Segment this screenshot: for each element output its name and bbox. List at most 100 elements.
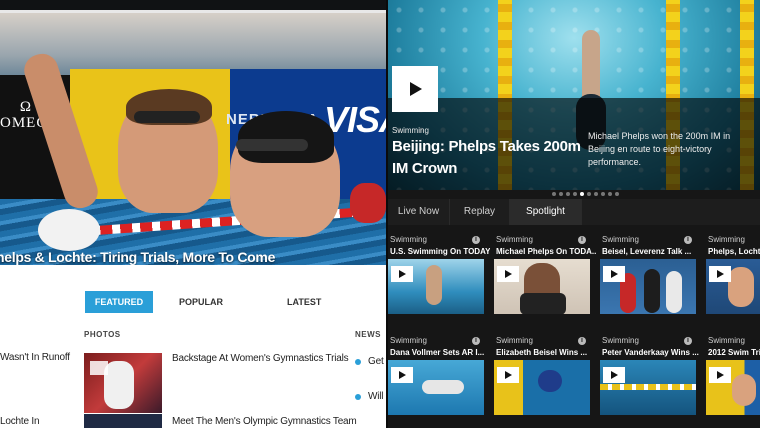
play-icon <box>505 270 512 278</box>
info-icon[interactable]: i <box>578 337 586 345</box>
left-panel: ΩOMEGA NEBRASKA VISA helps & Lochte: Tir… <box>0 0 386 428</box>
tab-spotlight[interactable]: Spotlight <box>510 199 582 225</box>
carousel-dot[interactable] <box>559 192 563 196</box>
play-button[interactable] <box>603 266 625 282</box>
bullet-icon <box>355 359 361 365</box>
video-tabs: Live Now Replay Spotlight <box>388 199 760 225</box>
card-title: Peter Vanderkaay Wins ... <box>602 348 699 357</box>
carousel-dot[interactable] <box>587 192 591 196</box>
play-icon <box>399 270 406 278</box>
photo-thumbnail[interactable] <box>84 353 162 413</box>
photo-thumbnail[interactable] <box>84 414 162 428</box>
bullet-icon <box>355 394 361 400</box>
card-category: Swimming <box>496 235 533 244</box>
play-button[interactable] <box>391 266 413 282</box>
card-category: Swimming <box>496 336 533 345</box>
hero-description: Michael Phelps won the 200m IM in Beijin… <box>588 131 731 167</box>
carousel-dot[interactable] <box>608 192 612 196</box>
right-panel: Swimming Beijing: Phelps Takes 200m IM C… <box>388 0 760 428</box>
tab-popular[interactable]: POPULAR <box>165 291 237 313</box>
photo-story-link[interactable]: Meet The Men's Olympic Gymnastics Team <box>172 416 357 427</box>
content-tabs: FEATURED POPULAR LATEST <box>85 291 335 313</box>
info-icon[interactable]: i <box>684 236 692 244</box>
video-card[interactable]: Swimming Peter Vanderkaay Wins ... i <box>600 329 700 425</box>
tab-live-now[interactable]: Live Now <box>388 199 450 225</box>
play-icon <box>410 82 422 96</box>
tab-featured[interactable]: FEATURED <box>85 291 153 313</box>
carousel-dot[interactable] <box>566 192 570 196</box>
video-card[interactable]: Swimming Phelps, Lochte T <box>706 228 760 324</box>
card-title: Michael Phelps On TODA... <box>496 247 596 256</box>
video-thumbnail <box>388 259 484 314</box>
info-icon[interactable]: i <box>684 337 692 345</box>
video-thumbnail <box>600 360 696 415</box>
video-card[interactable]: Swimming 2012 Swim Trial <box>706 329 760 425</box>
video-thumbnail <box>706 360 760 415</box>
story-link[interactable]: Wasn't In Runoff <box>0 352 70 363</box>
photo-story-link[interactable]: Backstage At Women's Gymnastics Trials <box>172 353 349 364</box>
info-icon[interactable]: i <box>578 236 586 244</box>
play-button[interactable] <box>392 66 438 112</box>
news-link[interactable]: Get <box>368 356 384 367</box>
play-icon <box>399 371 406 379</box>
tab-latest[interactable]: LATEST <box>273 291 335 313</box>
carousel-dot[interactable] <box>573 192 577 196</box>
play-button[interactable] <box>603 367 625 383</box>
photos-heading: PHOTOS <box>84 330 121 339</box>
video-card[interactable]: Swimming Michael Phelps On TODA... i <box>494 228 596 324</box>
video-card[interactable]: Swimming Elizabeth Beisel Wins ... i <box>494 329 594 425</box>
card-title: 2012 Swim Trial <box>708 348 760 357</box>
video-thumbnail <box>706 259 760 314</box>
card-title: U.S. Swimming On TODAY <box>390 247 490 256</box>
play-button[interactable] <box>391 367 413 383</box>
story-link[interactable]: Lochte In <box>0 416 40 427</box>
card-category: Swimming <box>602 235 639 244</box>
hero-title[interactable]: Beijing: Phelps Takes 200m IM Crown <box>392 136 582 180</box>
video-thumbnail <box>388 360 484 415</box>
goggles <box>134 111 200 123</box>
card-category: Swimming <box>390 235 427 244</box>
video-hero[interactable]: Swimming Beijing: Phelps Takes 200m IM C… <box>388 0 760 190</box>
video-card[interactable]: Swimming U.S. Swimming On TODAY i <box>388 228 490 324</box>
card-title: Phelps, Lochte T <box>708 247 760 256</box>
card-category: Swimming <box>390 336 427 345</box>
video-thumbnail <box>600 259 696 314</box>
carousel-dot-active[interactable] <box>580 192 584 196</box>
play-button[interactable] <box>497 266 519 282</box>
info-icon[interactable]: i <box>472 337 480 345</box>
red-cap <box>350 183 386 223</box>
card-category: Swimming <box>708 336 745 345</box>
video-card[interactable]: Swimming Beisel, Leverenz Talk ... i <box>600 228 700 324</box>
carousel-dots[interactable] <box>552 192 619 196</box>
tab-replay[interactable]: Replay <box>450 199 510 225</box>
play-button[interactable] <box>709 266 731 282</box>
play-icon <box>611 270 618 278</box>
card-category: Swimming <box>708 235 745 244</box>
card-title: Dana Vollmer Sets AR I... <box>390 348 485 357</box>
hero-carousel[interactable]: ΩOMEGA NEBRASKA VISA helps & Lochte: Tir… <box>0 13 386 265</box>
hero-category: Swimming <box>392 126 429 135</box>
play-button[interactable] <box>497 367 519 383</box>
carousel-dot[interactable] <box>615 192 619 196</box>
video-card[interactable]: Swimming Dana Vollmer Sets AR I... i <box>388 329 488 425</box>
carousel-dot[interactable] <box>594 192 598 196</box>
video-thumbnail <box>494 360 590 415</box>
card-title: Elizabeth Beisel Wins ... <box>496 348 588 357</box>
hero-headline[interactable]: helps & Lochte: Tiring Trials, More To C… <box>0 249 275 265</box>
play-icon <box>505 371 512 379</box>
play-button[interactable] <box>709 367 731 383</box>
play-icon <box>717 371 724 379</box>
goggles <box>236 139 308 151</box>
swim-cap <box>238 111 334 163</box>
news-heading: NEWS <box>355 330 381 339</box>
play-icon <box>611 371 618 379</box>
swimmer-lochte <box>118 89 218 213</box>
carousel-dot[interactable] <box>552 192 556 196</box>
play-icon <box>90 361 108 375</box>
card-category: Swimming <box>602 336 639 345</box>
play-icon <box>717 270 724 278</box>
info-icon[interactable]: i <box>472 236 480 244</box>
swimmer-phelps <box>230 111 340 237</box>
carousel-dot[interactable] <box>601 192 605 196</box>
news-link[interactable]: Will <box>368 391 384 402</box>
